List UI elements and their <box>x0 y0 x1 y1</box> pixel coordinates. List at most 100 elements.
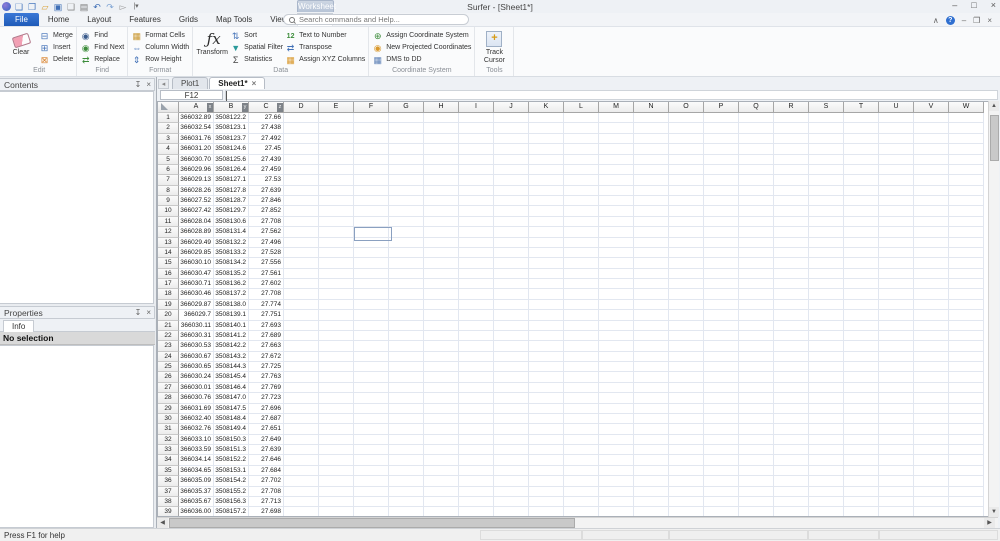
cell-D26[interactable] <box>284 372 319 382</box>
cell-V21[interactable] <box>914 321 949 331</box>
cell-A25[interactable]: 366030.65 <box>179 362 214 372</box>
cell-K6[interactable] <box>529 165 564 175</box>
cell-J32[interactable] <box>494 435 529 445</box>
cell-L8[interactable] <box>564 186 599 196</box>
cell-F33[interactable] <box>354 445 389 455</box>
cell-D14[interactable] <box>284 248 319 258</box>
cell-D35[interactable] <box>284 466 319 476</box>
cell-L18[interactable] <box>564 289 599 299</box>
cell-P10[interactable] <box>704 206 739 216</box>
cell-J1[interactable] <box>494 113 529 123</box>
cell-V37[interactable] <box>914 487 949 497</box>
cell-A15[interactable]: 366030.10 <box>179 258 214 268</box>
cell-I1[interactable] <box>459 113 494 123</box>
cell-Q18[interactable] <box>739 289 774 299</box>
cell-L29[interactable] <box>564 404 599 414</box>
cell-G9[interactable] <box>389 196 424 206</box>
cell-O21[interactable] <box>669 321 704 331</box>
cell-M16[interactable] <box>599 269 634 279</box>
cell-Q33[interactable] <box>739 445 774 455</box>
cell-I3[interactable] <box>459 134 494 144</box>
cell-G8[interactable] <box>389 186 424 196</box>
cell-T18[interactable] <box>844 289 879 299</box>
cell-G14[interactable] <box>389 248 424 258</box>
cell-L11[interactable] <box>564 217 599 227</box>
cell-C14[interactable]: 27.528 <box>249 248 284 258</box>
cell-B30[interactable]: 3508148.4 <box>214 414 249 424</box>
cell-H23[interactable] <box>424 341 459 351</box>
column-header-l[interactable]: L <box>564 102 599 113</box>
column-header-u[interactable]: U <box>879 102 914 113</box>
cell-U3[interactable] <box>879 134 914 144</box>
cell-W13[interactable] <box>949 238 984 248</box>
cell-O30[interactable] <box>669 414 704 424</box>
cell-K13[interactable] <box>529 238 564 248</box>
cell-A31[interactable]: 366032.76 <box>179 424 214 434</box>
cell-I7[interactable] <box>459 175 494 185</box>
cell-O6[interactable] <box>669 165 704 175</box>
cell-W31[interactable] <box>949 424 984 434</box>
cell-P28[interactable] <box>704 393 739 403</box>
cell-T17[interactable] <box>844 279 879 289</box>
column-header-e[interactable]: E <box>319 102 354 113</box>
cell-P34[interactable] <box>704 455 739 465</box>
cell-V11[interactable] <box>914 217 949 227</box>
row-header-32[interactable]: 32 <box>158 435 179 445</box>
sort-button[interactable]: Sort <box>230 30 283 41</box>
cell-M3[interactable] <box>599 134 634 144</box>
cell-K4[interactable] <box>529 144 564 154</box>
cell-N19[interactable] <box>634 300 669 310</box>
cell-Q27[interactable] <box>739 383 774 393</box>
cell-B1[interactable]: 3508122.2 <box>214 113 249 123</box>
cell-J7[interactable] <box>494 175 529 185</box>
cell-T8[interactable] <box>844 186 879 196</box>
cell-S2[interactable] <box>809 123 844 133</box>
cell-T5[interactable] <box>844 155 879 165</box>
cell-T38[interactable] <box>844 497 879 507</box>
cell-B6[interactable]: 3508126.4 <box>214 165 249 175</box>
cell-M22[interactable] <box>599 331 634 341</box>
cell-C8[interactable]: 27.639 <box>249 186 284 196</box>
spatial-filter-button[interactable]: Spatial Filter <box>230 42 283 53</box>
cell-K36[interactable] <box>529 476 564 486</box>
cell-N5[interactable] <box>634 155 669 165</box>
cell-U39[interactable] <box>879 507 914 517</box>
cell-G21[interactable] <box>389 321 424 331</box>
cell-O2[interactable] <box>669 123 704 133</box>
vertical-scroll-thumb[interactable] <box>990 115 999 161</box>
cell-P18[interactable] <box>704 289 739 299</box>
column-header-q[interactable]: Q <box>739 102 774 113</box>
cell-G19[interactable] <box>389 300 424 310</box>
cell-B21[interactable]: 3508140.1 <box>214 321 249 331</box>
cell-D18[interactable] <box>284 289 319 299</box>
cell-C18[interactable]: 27.708 <box>249 289 284 299</box>
cell-F2[interactable] <box>354 123 389 133</box>
vertical-scrollbar[interactable]: ▲ ▼ <box>988 101 999 517</box>
cell-N25[interactable] <box>634 362 669 372</box>
cell-L23[interactable] <box>564 341 599 351</box>
row-header-20[interactable]: 20 <box>158 310 179 320</box>
cell-V29[interactable] <box>914 404 949 414</box>
cell-A2[interactable]: 366032.54 <box>179 123 214 133</box>
scroll-left-icon[interactable]: ◀ <box>157 518 168 528</box>
cell-L31[interactable] <box>564 424 599 434</box>
cell-D28[interactable] <box>284 393 319 403</box>
cell-A27[interactable]: 366030.01 <box>179 383 214 393</box>
cell-F5[interactable] <box>354 155 389 165</box>
cell-H19[interactable] <box>424 300 459 310</box>
cell-N36[interactable] <box>634 476 669 486</box>
cell-D6[interactable] <box>284 165 319 175</box>
select-all-corner[interactable] <box>158 102 179 113</box>
cell-Q37[interactable] <box>739 487 774 497</box>
cell-I18[interactable] <box>459 289 494 299</box>
cell-T22[interactable] <box>844 331 879 341</box>
cell-O10[interactable] <box>669 206 704 216</box>
cell-R1[interactable] <box>774 113 809 123</box>
cell-W37[interactable] <box>949 487 984 497</box>
cell-M32[interactable] <box>599 435 634 445</box>
cell-E19[interactable] <box>319 300 354 310</box>
cell-D9[interactable] <box>284 196 319 206</box>
cell-E29[interactable] <box>319 404 354 414</box>
cell-L25[interactable] <box>564 362 599 372</box>
cell-J22[interactable] <box>494 331 529 341</box>
